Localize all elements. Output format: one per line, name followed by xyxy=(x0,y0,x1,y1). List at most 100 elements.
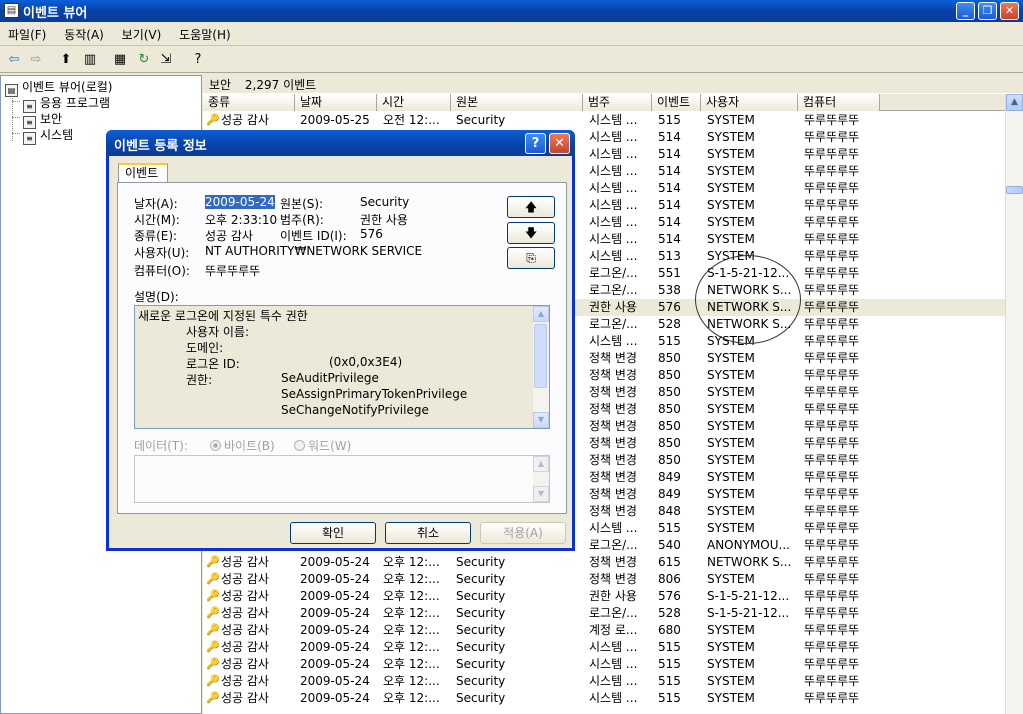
cell-id: 515 xyxy=(658,521,681,535)
column-computer[interactable]: 컴퓨터 xyxy=(798,94,880,111)
title-bar[interactable]: ▤ 이벤트 뷰어 _ ❐ ✕ xyxy=(0,0,1023,22)
vertical-scrollbar[interactable]: ▲ xyxy=(1005,94,1023,714)
table-row[interactable]: 🔑성공 감사 2009-05-24 오후 12:... Security 시스템 ...… xyxy=(203,673,1007,690)
description-scrollbar[interactable]: ▲ ▼ xyxy=(533,306,549,428)
table-row[interactable]: 🔑성공 감사 2009-05-24 오후 12:... Security 시스템 ...… xyxy=(203,639,1007,656)
menu-action[interactable]: 동작(A) xyxy=(56,22,110,43)
cell-cat: 시스템 ... xyxy=(589,674,638,688)
table-row[interactable]: 🔑성공 감사 2009-05-24 오후 12:... Security 시스템 ...… xyxy=(203,690,1007,707)
tree-item-system[interactable]: ≡ 시스템 xyxy=(23,126,73,145)
table-row[interactable]: 🔑성공 감사 2009-05-25 오전 12:... Security 시스템 ...… xyxy=(203,112,1007,129)
scroll-down-arrow[interactable]: ▼ xyxy=(533,486,549,502)
tree-root-label: 이벤트 뷰어(로컬) xyxy=(22,80,113,94)
cell-source: Security xyxy=(456,606,506,620)
previous-event-button[interactable]: 🡅 xyxy=(507,196,555,218)
type-label: 종류(E): xyxy=(134,229,178,243)
cell-comp: 뚜루뚜루뚜 xyxy=(804,147,860,161)
description-label: 설명(D): xyxy=(134,290,179,304)
cell-date: 2009-05-24 xyxy=(300,572,370,586)
cell-time: 오후 12:... xyxy=(383,640,440,654)
maximize-button[interactable]: ❐ xyxy=(978,2,997,20)
cell-source: Security xyxy=(456,674,506,688)
forward-icon[interactable]: ⇨ xyxy=(26,50,46,70)
show-hide-tree-icon[interactable]: ▥ xyxy=(80,50,100,70)
cell-id: 528 xyxy=(658,317,681,331)
column-type[interactable]: 종류 xyxy=(203,94,295,111)
dialog-title-bar[interactable]: 이벤트 등록 정보 ? ✕ xyxy=(106,130,575,156)
audit-success-key-icon: 🔑 xyxy=(206,623,219,636)
cell-user: SYSTEM xyxy=(707,130,755,144)
back-icon[interactable]: ⇦ xyxy=(4,50,24,70)
description-textbox[interactable]: 새로운 로그온에 지정된 특수 권한 사용자 이름: 도메인: 로그온 ID: … xyxy=(134,305,550,429)
event-id-value: 576 xyxy=(360,227,383,241)
data-scrollbar[interactable]: ▲ ▼ xyxy=(533,456,549,502)
cell-id: 514 xyxy=(658,164,681,178)
scroll-up-arrow[interactable]: ▲ xyxy=(1006,94,1023,111)
cell-time: 오후 12:... xyxy=(383,657,440,671)
copy-button[interactable]: ⎘ xyxy=(507,247,555,269)
data-textbox[interactable]: ▲ ▼ xyxy=(134,455,550,503)
annotation-circle xyxy=(695,255,801,344)
radio-icon xyxy=(294,440,305,451)
tree-item-label: 응용 프로그램 xyxy=(40,96,111,110)
cell-comp: 뚜루뚜루뚜 xyxy=(804,385,860,399)
apply-button[interactable]: 적용(A) xyxy=(480,522,566,544)
ok-button[interactable]: 확인 xyxy=(290,522,376,544)
scroll-thumb[interactable] xyxy=(1006,186,1023,194)
cell-comp: 뚜루뚜루뚜 xyxy=(804,368,860,382)
scroll-up-arrow[interactable]: ▲ xyxy=(533,456,549,472)
export-list-icon[interactable]: ⇲ xyxy=(156,50,176,70)
help-icon[interactable]: ? xyxy=(188,50,208,70)
refresh-icon[interactable]: ↻ xyxy=(134,50,154,70)
cell-user: SYSTEM xyxy=(707,232,755,246)
bytes-radio[interactable]: 바이트(B) xyxy=(210,437,275,454)
menu-view[interactable]: 보기(V) xyxy=(114,22,168,43)
event-viewer-window: ▤ 이벤트 뷰어 _ ❐ ✕ 파일(F) 동작(A) 보기(V) 도움말(H) … xyxy=(0,0,1023,714)
table-row[interactable]: 🔑성공 감사 2009-05-24 오후 12:... Security 시스템 ...… xyxy=(203,656,1007,673)
audit-success-key-icon: 🔑 xyxy=(206,674,219,687)
minimize-button[interactable]: _ xyxy=(956,2,975,20)
cell-cat: 시스템 ... xyxy=(589,215,638,229)
menu-file[interactable]: 파일(F) xyxy=(0,22,52,43)
tab-event[interactable]: 이벤트 xyxy=(118,163,168,183)
log-file-icon: ≡ xyxy=(23,132,36,145)
scroll-down-arrow[interactable]: ▼ xyxy=(533,412,549,428)
table-row[interactable]: 🔑성공 감사 2009-05-24 오후 12:... Security 정책 변경 80… xyxy=(203,571,1007,588)
next-event-button[interactable]: 🡇 xyxy=(507,222,555,244)
cell-user: SYSTEM xyxy=(707,572,755,586)
cell-id: 849 xyxy=(658,487,681,501)
column-user[interactable]: 사용자 xyxy=(701,94,798,111)
type-value: 성공 감사 xyxy=(205,229,253,243)
cell-user: SYSTEM xyxy=(707,215,755,229)
radio-selected-icon xyxy=(210,440,221,451)
scroll-thumb[interactable] xyxy=(534,324,547,388)
cell-cat: 권한 사용 xyxy=(589,300,637,314)
cell-id: 513 xyxy=(658,249,681,263)
cell-cat: 정책 변경 xyxy=(589,351,637,365)
close-button[interactable]: ✕ xyxy=(1000,2,1019,20)
menu-help[interactable]: 도움말(H) xyxy=(171,22,237,43)
column-date[interactable]: 날짜 xyxy=(295,94,377,111)
dialog-help-button[interactable]: ? xyxy=(525,133,546,154)
cancel-button[interactable]: 취소 xyxy=(385,522,471,544)
data-label: 데이터(T): xyxy=(134,439,188,453)
properties-icon[interactable]: ▦ xyxy=(110,50,130,70)
table-row[interactable]: 🔑성공 감사 2009-05-24 오후 12:... Security 계정 로...… xyxy=(203,622,1007,639)
table-row[interactable]: 🔑성공 감사 2009-05-24 오후 12:... Security 정책 변경 61… xyxy=(203,554,1007,571)
column-time[interactable]: 시간 xyxy=(377,94,451,111)
scroll-up-arrow[interactable]: ▲ xyxy=(533,306,549,322)
column-category[interactable]: 범주 xyxy=(583,94,652,111)
words-radio[interactable]: 워드(W) xyxy=(294,437,351,454)
tree-item-label: 시스템 xyxy=(40,128,74,142)
table-row[interactable]: 🔑성공 감사 2009-05-24 오후 12:... Security 권한 사용 57… xyxy=(203,588,1007,605)
cell-id: 850 xyxy=(658,385,681,399)
column-event[interactable]: 이벤트 xyxy=(652,94,701,111)
up-folder-icon[interactable]: ⬆ xyxy=(56,50,76,70)
cell-comp: 뚜루뚜루뚜 xyxy=(804,521,860,535)
date-value[interactable]: 2009-05-24 xyxy=(205,195,275,209)
audit-success-key-icon: 🔑 xyxy=(206,572,219,585)
column-source[interactable]: 원본 xyxy=(451,94,583,111)
dialog-close-button[interactable]: ✕ xyxy=(549,133,570,154)
table-row[interactable]: 🔑성공 감사 2009-05-24 오후 12:... Security 로그온/...… xyxy=(203,605,1007,622)
cell-user: SYSTEM xyxy=(707,402,755,416)
